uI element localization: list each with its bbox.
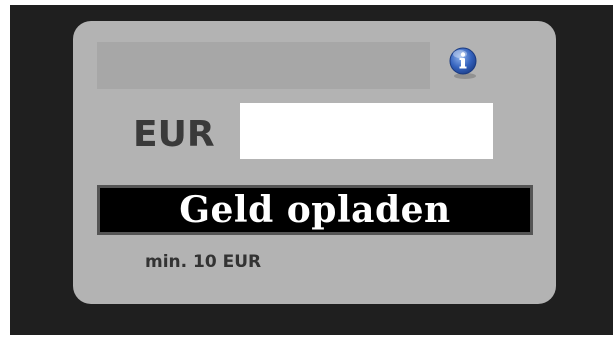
currency-label: EUR — [133, 114, 215, 155]
header-bar — [97, 42, 430, 89]
topup-card: EUR Geld opladen min. 10 EUR — [73, 21, 556, 304]
info-icon[interactable] — [443, 43, 483, 83]
topup-button[interactable]: Geld opladen — [97, 185, 533, 235]
amount-input[interactable] — [240, 103, 493, 159]
minimum-amount-note: min. 10 EUR — [145, 252, 262, 272]
page-background: EUR Geld opladen min. 10 EUR — [10, 5, 613, 335]
